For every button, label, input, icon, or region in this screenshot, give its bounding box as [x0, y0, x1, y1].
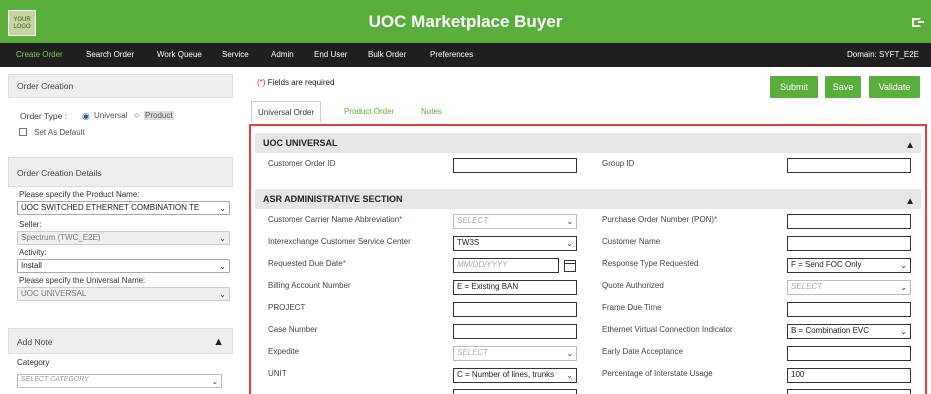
- ban-label: Billing Account Number: [268, 281, 351, 290]
- order-creation-details-header: Order Creation Details: [8, 157, 233, 187]
- frame-due-time-label: Frame Due Time: [602, 303, 662, 312]
- universal-name-select[interactable]: UOC UNIVERSAL ⌄: [17, 287, 230, 301]
- nav-preferences[interactable]: Preferences: [430, 50, 473, 59]
- chevron-down-icon: ⌄: [219, 262, 226, 271]
- icsc-label: Interexchange Customer Service Center: [268, 237, 411, 246]
- app-title: UOC Marketplace Buyer: [368, 12, 563, 31]
- seller-select[interactable]: Spectrum (TWC_E2E) ⌄: [17, 231, 230, 245]
- early-date-input[interactable]: [787, 346, 911, 361]
- nav-search-order[interactable]: Search Order: [86, 50, 134, 59]
- partial-field-input[interactable]: [453, 389, 577, 394]
- expedite-select[interactable]: SELECT ⌄: [453, 346, 577, 361]
- product-option-label: Product: [144, 111, 174, 120]
- quote-authorized-select[interactable]: SELECT ⌄: [787, 280, 911, 295]
- seller-label: Seller:: [19, 220, 42, 229]
- radio-universal[interactable]: ◉: [82, 111, 90, 122]
- chevron-down-icon: ⌄: [219, 234, 226, 243]
- add-note-header: Add Note ▲: [8, 328, 233, 354]
- evc-indicator-select[interactable]: B = Combination EVC ⌄: [787, 324, 911, 339]
- project-input[interactable]: [453, 302, 577, 317]
- nav-create-order[interactable]: Create Order: [16, 50, 63, 59]
- expedite-label: Expedite: [268, 347, 300, 356]
- group-id-label: Group ID: [602, 159, 635, 168]
- ban-input[interactable]: E = Existing BAN: [453, 280, 577, 295]
- tab-universal-order[interactable]: Universal Order: [251, 101, 322, 123]
- frame-due-time-input[interactable]: [787, 302, 911, 317]
- save-button[interactable]: Save: [825, 76, 861, 98]
- uoc-universal-section-header: UOC UNIVERSAL ▲: [255, 133, 921, 153]
- chevron-down-icon: ⌄: [900, 283, 907, 292]
- nav-service[interactable]: Service: [222, 50, 249, 59]
- chevron-down-icon: ⌄: [566, 371, 573, 380]
- product-name-label: Please specify the Product Name:: [19, 190, 140, 199]
- chevron-down-icon: ⌄: [900, 261, 907, 270]
- asr-section-header: ASR ADMINISTRATIVE SECTION ▲: [255, 189, 921, 209]
- ccna-select[interactable]: SELECT ⌄: [453, 214, 577, 229]
- response-type-select[interactable]: F = Send FOC Only ⌄: [787, 258, 911, 273]
- domain-label: Domain: SYFT_E2E: [846, 50, 919, 59]
- validate-button[interactable]: Validate: [869, 76, 920, 98]
- customer-order-id-label: Customer Order ID: [268, 159, 336, 168]
- category-label: Category: [17, 358, 50, 367]
- chevron-down-icon: ⌄: [900, 327, 907, 336]
- universal-name-label: Please specify the Universal Name:: [19, 276, 146, 285]
- chevron-down-icon: ⌄: [211, 377, 218, 386]
- logout-icon[interactable]: [912, 18, 924, 27]
- set-default-checkbox[interactable]: [19, 128, 27, 136]
- chevron-down-icon: ⌄: [566, 349, 573, 358]
- order-creation-header: Order Creation: [8, 74, 233, 98]
- chevron-down-icon: ⌄: [219, 204, 226, 213]
- collapse-chevron-icon[interactable]: ▲: [905, 192, 915, 212]
- interstate-usage-input[interactable]: 100: [787, 368, 911, 383]
- main-panel: (*) Fields are required Submit Save Vali…: [249, 70, 931, 394]
- nav-end-user[interactable]: End User: [314, 50, 347, 59]
- required-notice: (*) Fields are required: [257, 78, 335, 87]
- activity-label: Activity:: [19, 248, 47, 257]
- product-name-select[interactable]: UOC SWITCHED ETHERNET COMBINATION TE ⌄: [17, 201, 230, 215]
- order-type-label: Order Type :: [20, 111, 68, 121]
- universal-option-label: Universal: [94, 111, 128, 120]
- unit-label: UNIT: [268, 369, 287, 378]
- unit-select[interactable]: C = Number of lines, trunks ⌄: [453, 368, 577, 383]
- pon-label: Purchase Order Number (PON)*: [602, 215, 718, 224]
- left-panel: Order Creation Order Type : ◉ Universal …: [8, 70, 233, 394]
- chevron-down-icon: ⌄: [566, 239, 573, 248]
- main-nav: Create Order Search Order Work Queue Ser…: [0, 43, 931, 67]
- app-header: YOUR LOGO UOC Marketplace Buyer: [0, 0, 931, 43]
- tab-notes[interactable]: Notes: [415, 101, 448, 123]
- ccna-label: Customer Carrier Name Abbreviation*: [268, 215, 403, 224]
- requested-due-date-input[interactable]: MM/DD/YYYY: [453, 258, 559, 273]
- customer-name-input[interactable]: [787, 236, 911, 251]
- interstate-usage-label: Percentage of Interstate Usage: [602, 369, 713, 378]
- set-default-label: Set As Default: [34, 128, 85, 137]
- universal-order-form: UOC UNIVERSAL ▲ Customer Order ID Group I…: [249, 124, 927, 394]
- requested-due-date-label: Requested Due Date*: [268, 259, 346, 268]
- nav-admin[interactable]: Admin: [271, 50, 294, 59]
- chevron-down-icon: ⌄: [219, 290, 226, 299]
- group-id-input[interactable]: [787, 158, 911, 173]
- customer-order-id-input[interactable]: [453, 158, 577, 173]
- early-date-label: Early Date Acceptance: [602, 347, 683, 356]
- nav-bulk-order[interactable]: Bulk Order: [368, 50, 406, 59]
- chevron-down-icon: ⌄: [566, 217, 573, 226]
- quote-authorized-label: Quote Authorized: [602, 281, 664, 290]
- icsc-select[interactable]: TW3S ⌄: [453, 236, 577, 251]
- collapse-chevron-icon[interactable]: ▲: [213, 329, 224, 355]
- project-label: PROJECT: [268, 303, 306, 312]
- partial-field-input[interactable]: [787, 389, 911, 394]
- collapse-chevron-icon[interactable]: ▲: [905, 136, 915, 156]
- case-number-label: Case Number: [268, 325, 318, 334]
- calendar-icon[interactable]: [564, 260, 576, 272]
- category-select[interactable]: SELECT CATEGORY ⌄: [17, 374, 222, 388]
- radio-product[interactable]: ○: [134, 110, 139, 120]
- response-type-label: Response Type Requested: [602, 259, 699, 268]
- tab-product-order[interactable]: Product Order: [338, 101, 400, 123]
- evc-indicator-label: Ethernet Virtual Connection Indicator: [602, 325, 733, 334]
- activity-select[interactable]: Install ⌄: [17, 259, 230, 273]
- pon-input[interactable]: [787, 214, 911, 229]
- nav-work-queue[interactable]: Work Queue: [157, 50, 202, 59]
- case-number-input[interactable]: [453, 324, 577, 339]
- customer-name-label: Customer Name: [602, 237, 661, 246]
- submit-button[interactable]: Submit: [770, 76, 818, 98]
